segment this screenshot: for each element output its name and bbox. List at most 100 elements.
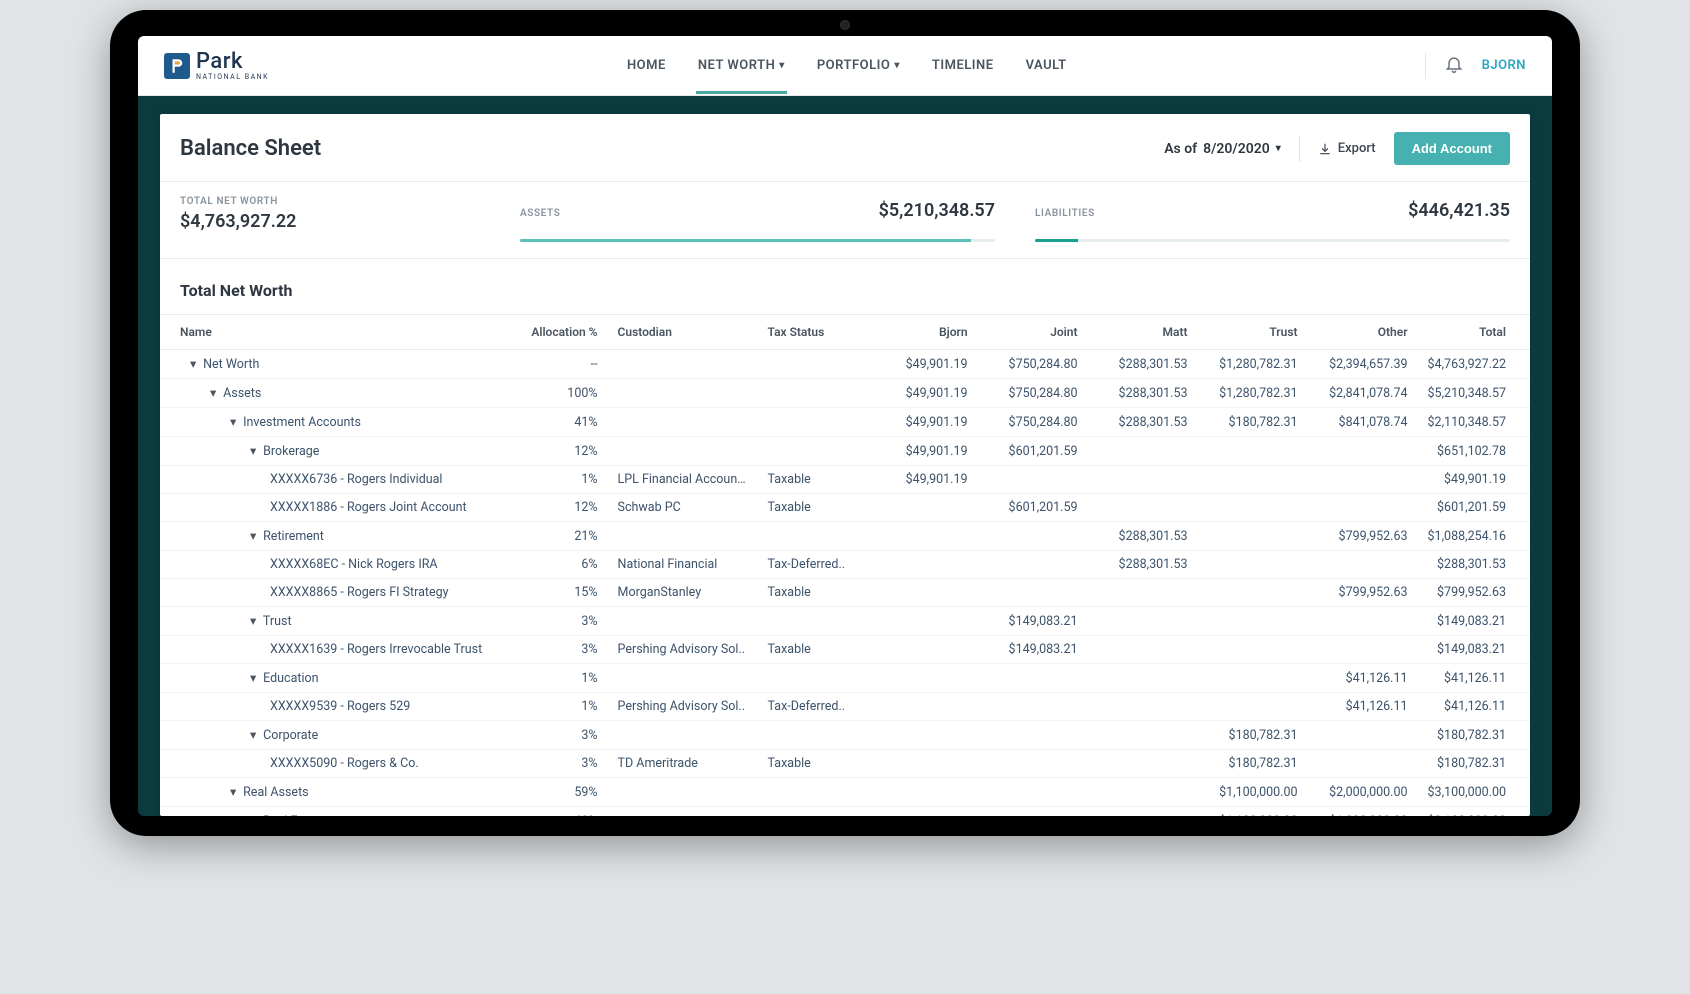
row-name[interactable]: ▾ Brokerage: [160, 437, 518, 466]
col-bjorn[interactable]: Bjorn: [868, 315, 978, 350]
table-row[interactable]: ▾ Trust3%$149,083.21$149,083.21: [160, 607, 1530, 636]
nav-item-label: VAULT: [1026, 58, 1067, 73]
row-name[interactable]: ▾ Net Worth: [160, 350, 518, 379]
cell-bjorn: [868, 664, 978, 693]
table-row: XXXXX68EC - Nick Rogers IRA6%National Fi…: [160, 551, 1530, 579]
row-name[interactable]: ▾ Real Assets: [160, 778, 518, 807]
tablet-frame: Park NATIONAL BANK HOME NET WORTH▾ PORTFOL…: [110, 10, 1580, 836]
table-row[interactable]: ▾ Real Estate40%$1,100,000.00$1,000,000.…: [160, 807, 1530, 817]
summary-liabilities-value: $446,421.35: [1408, 200, 1510, 221]
col-name[interactable]: Name: [160, 315, 518, 350]
cell-joint: $149,083.21: [978, 636, 1088, 664]
cell-total: $3,100,000.00: [1418, 778, 1530, 807]
cell-custodian: [608, 664, 758, 693]
cell-custodian: [608, 778, 758, 807]
col-trust[interactable]: Trust: [1198, 315, 1308, 350]
cell-alloc: 15%: [518, 579, 608, 607]
cell-other: [1308, 750, 1418, 778]
table-row[interactable]: ▾ Investment Accounts41%$49,901.19$750,2…: [160, 408, 1530, 437]
balance-table-wrap[interactable]: Name Allocation % Custodian Tax Status B…: [160, 314, 1530, 816]
row-name[interactable]: ▾ Investment Accounts: [160, 408, 518, 437]
col-alloc[interactable]: Allocation %: [518, 315, 608, 350]
expand-caret-icon[interactable]: ▾: [250, 670, 260, 686]
cell-custodian: [608, 437, 758, 466]
col-tax[interactable]: Tax Status: [758, 315, 868, 350]
cell-alloc: 21%: [518, 522, 608, 551]
row-name[interactable]: ▾ Education: [160, 664, 518, 693]
expand-caret-icon[interactable]: ▾: [230, 784, 240, 800]
cell-trust: [1198, 466, 1308, 494]
table-row[interactable]: ▾ Assets100%$49,901.19$750,284.80$288,30…: [160, 379, 1530, 408]
cell-trust: [1198, 693, 1308, 721]
summary-net-worth: TOTAL NET WORTH $4,763,927.22: [180, 196, 480, 242]
table-row[interactable]: ▾ Retirement21%$288,301.53$799,952.63$1,…: [160, 522, 1530, 551]
as-of-date-picker[interactable]: As of 8/20/2020 ▾: [1164, 141, 1281, 157]
table-row[interactable]: ▾ Education1%$41,126.11$41,126.11: [160, 664, 1530, 693]
cell-other: $41,126.11: [1308, 693, 1418, 721]
row-name[interactable]: ▾ Assets: [160, 379, 518, 408]
row-name[interactable]: ▾ Trust: [160, 607, 518, 636]
cell-joint: [978, 807, 1088, 817]
cell-joint: $601,201.59: [978, 494, 1088, 522]
expand-caret-icon[interactable]: ▾: [250, 528, 260, 544]
cell-trust: [1198, 551, 1308, 579]
cell-total: $2,110,348.57: [1418, 408, 1530, 437]
col-matt[interactable]: Matt: [1088, 315, 1198, 350]
export-button[interactable]: Export: [1318, 141, 1376, 156]
cell-other: $1,000,000.00: [1308, 807, 1418, 817]
cell-tax: [758, 607, 868, 636]
cell-alloc: 3%: [518, 607, 608, 636]
cell-trust: $1,100,000.00: [1198, 807, 1308, 817]
expand-caret-icon[interactable]: ▾: [250, 813, 260, 816]
cell-other: [1308, 607, 1418, 636]
balance-table: Name Allocation % Custodian Tax Status B…: [160, 314, 1530, 816]
cell-custodian: National Financial: [608, 551, 758, 579]
col-total[interactable]: Total: [1418, 315, 1530, 350]
col-custodian[interactable]: Custodian: [608, 315, 758, 350]
nav-item-label: PORTFOLIO: [817, 58, 890, 73]
add-account-button[interactable]: Add Account: [1394, 132, 1510, 165]
expand-caret-icon[interactable]: ▾: [190, 356, 200, 372]
cell-joint: [978, 721, 1088, 750]
top-nav: Park NATIONAL BANK HOME NET WORTH▾ PORTFOL…: [138, 36, 1552, 96]
cell-total: $180,782.31: [1418, 721, 1530, 750]
nav-item-home[interactable]: HOME: [625, 38, 668, 93]
expand-caret-icon[interactable]: ▾: [230, 414, 240, 430]
expand-caret-icon[interactable]: ▾: [250, 443, 260, 459]
summary-liabilities-label: LIABILITIES: [1035, 208, 1095, 219]
user-menu[interactable]: BJORN: [1482, 58, 1526, 73]
nav-item-portfolio[interactable]: PORTFOLIO▾: [815, 38, 902, 93]
notifications-icon[interactable]: [1444, 54, 1464, 78]
nav-item-vault[interactable]: VAULT: [1024, 38, 1069, 93]
cell-custodian: [608, 807, 758, 817]
cell-total: $49,901.19: [1418, 466, 1530, 494]
cell-tax: Tax-Deferred..: [758, 693, 868, 721]
col-other[interactable]: Other: [1308, 315, 1418, 350]
row-name[interactable]: ▾ Corporate: [160, 721, 518, 750]
cell-tax: [758, 437, 868, 466]
cell-tax: Taxable: [758, 750, 868, 778]
cell-total: $41,126.11: [1418, 693, 1530, 721]
nav-item-net-worth[interactable]: NET WORTH▾: [696, 38, 787, 93]
cell-tax: [758, 807, 868, 817]
brand-logo[interactable]: Park NATIONAL BANK: [164, 51, 269, 81]
expand-caret-icon[interactable]: ▾: [210, 385, 220, 401]
row-name[interactable]: ▾ Retirement: [160, 522, 518, 551]
nav-item-timeline[interactable]: TIMELINE: [930, 38, 996, 93]
page-card: Balance Sheet As of 8/20/2020 ▾ Export: [160, 114, 1530, 816]
cell-joint: [978, 693, 1088, 721]
table-row[interactable]: ▾ Corporate3%$180,782.31$180,782.31: [160, 721, 1530, 750]
table-row[interactable]: ▾ Real Assets59%$1,100,000.00$2,000,000.…: [160, 778, 1530, 807]
chevron-down-icon: ▾: [1276, 143, 1281, 154]
expand-caret-icon[interactable]: ▾: [250, 613, 260, 629]
row-name: XXXXX5090 - Rogers & Co.: [160, 750, 518, 778]
table-row[interactable]: ▾ Net Worth--$49,901.19$750,284.80$288,3…: [160, 350, 1530, 379]
cell-other: [1308, 551, 1418, 579]
cell-joint: $750,284.80: [978, 379, 1088, 408]
col-joint[interactable]: Joint: [978, 315, 1088, 350]
cell-custodian: Schwab PC: [608, 494, 758, 522]
table-row[interactable]: ▾ Brokerage12%$49,901.19$601,201.59$651,…: [160, 437, 1530, 466]
row-name[interactable]: ▾ Real Estate: [160, 807, 518, 817]
expand-caret-icon[interactable]: ▾: [250, 727, 260, 743]
cell-matt: [1088, 807, 1198, 817]
